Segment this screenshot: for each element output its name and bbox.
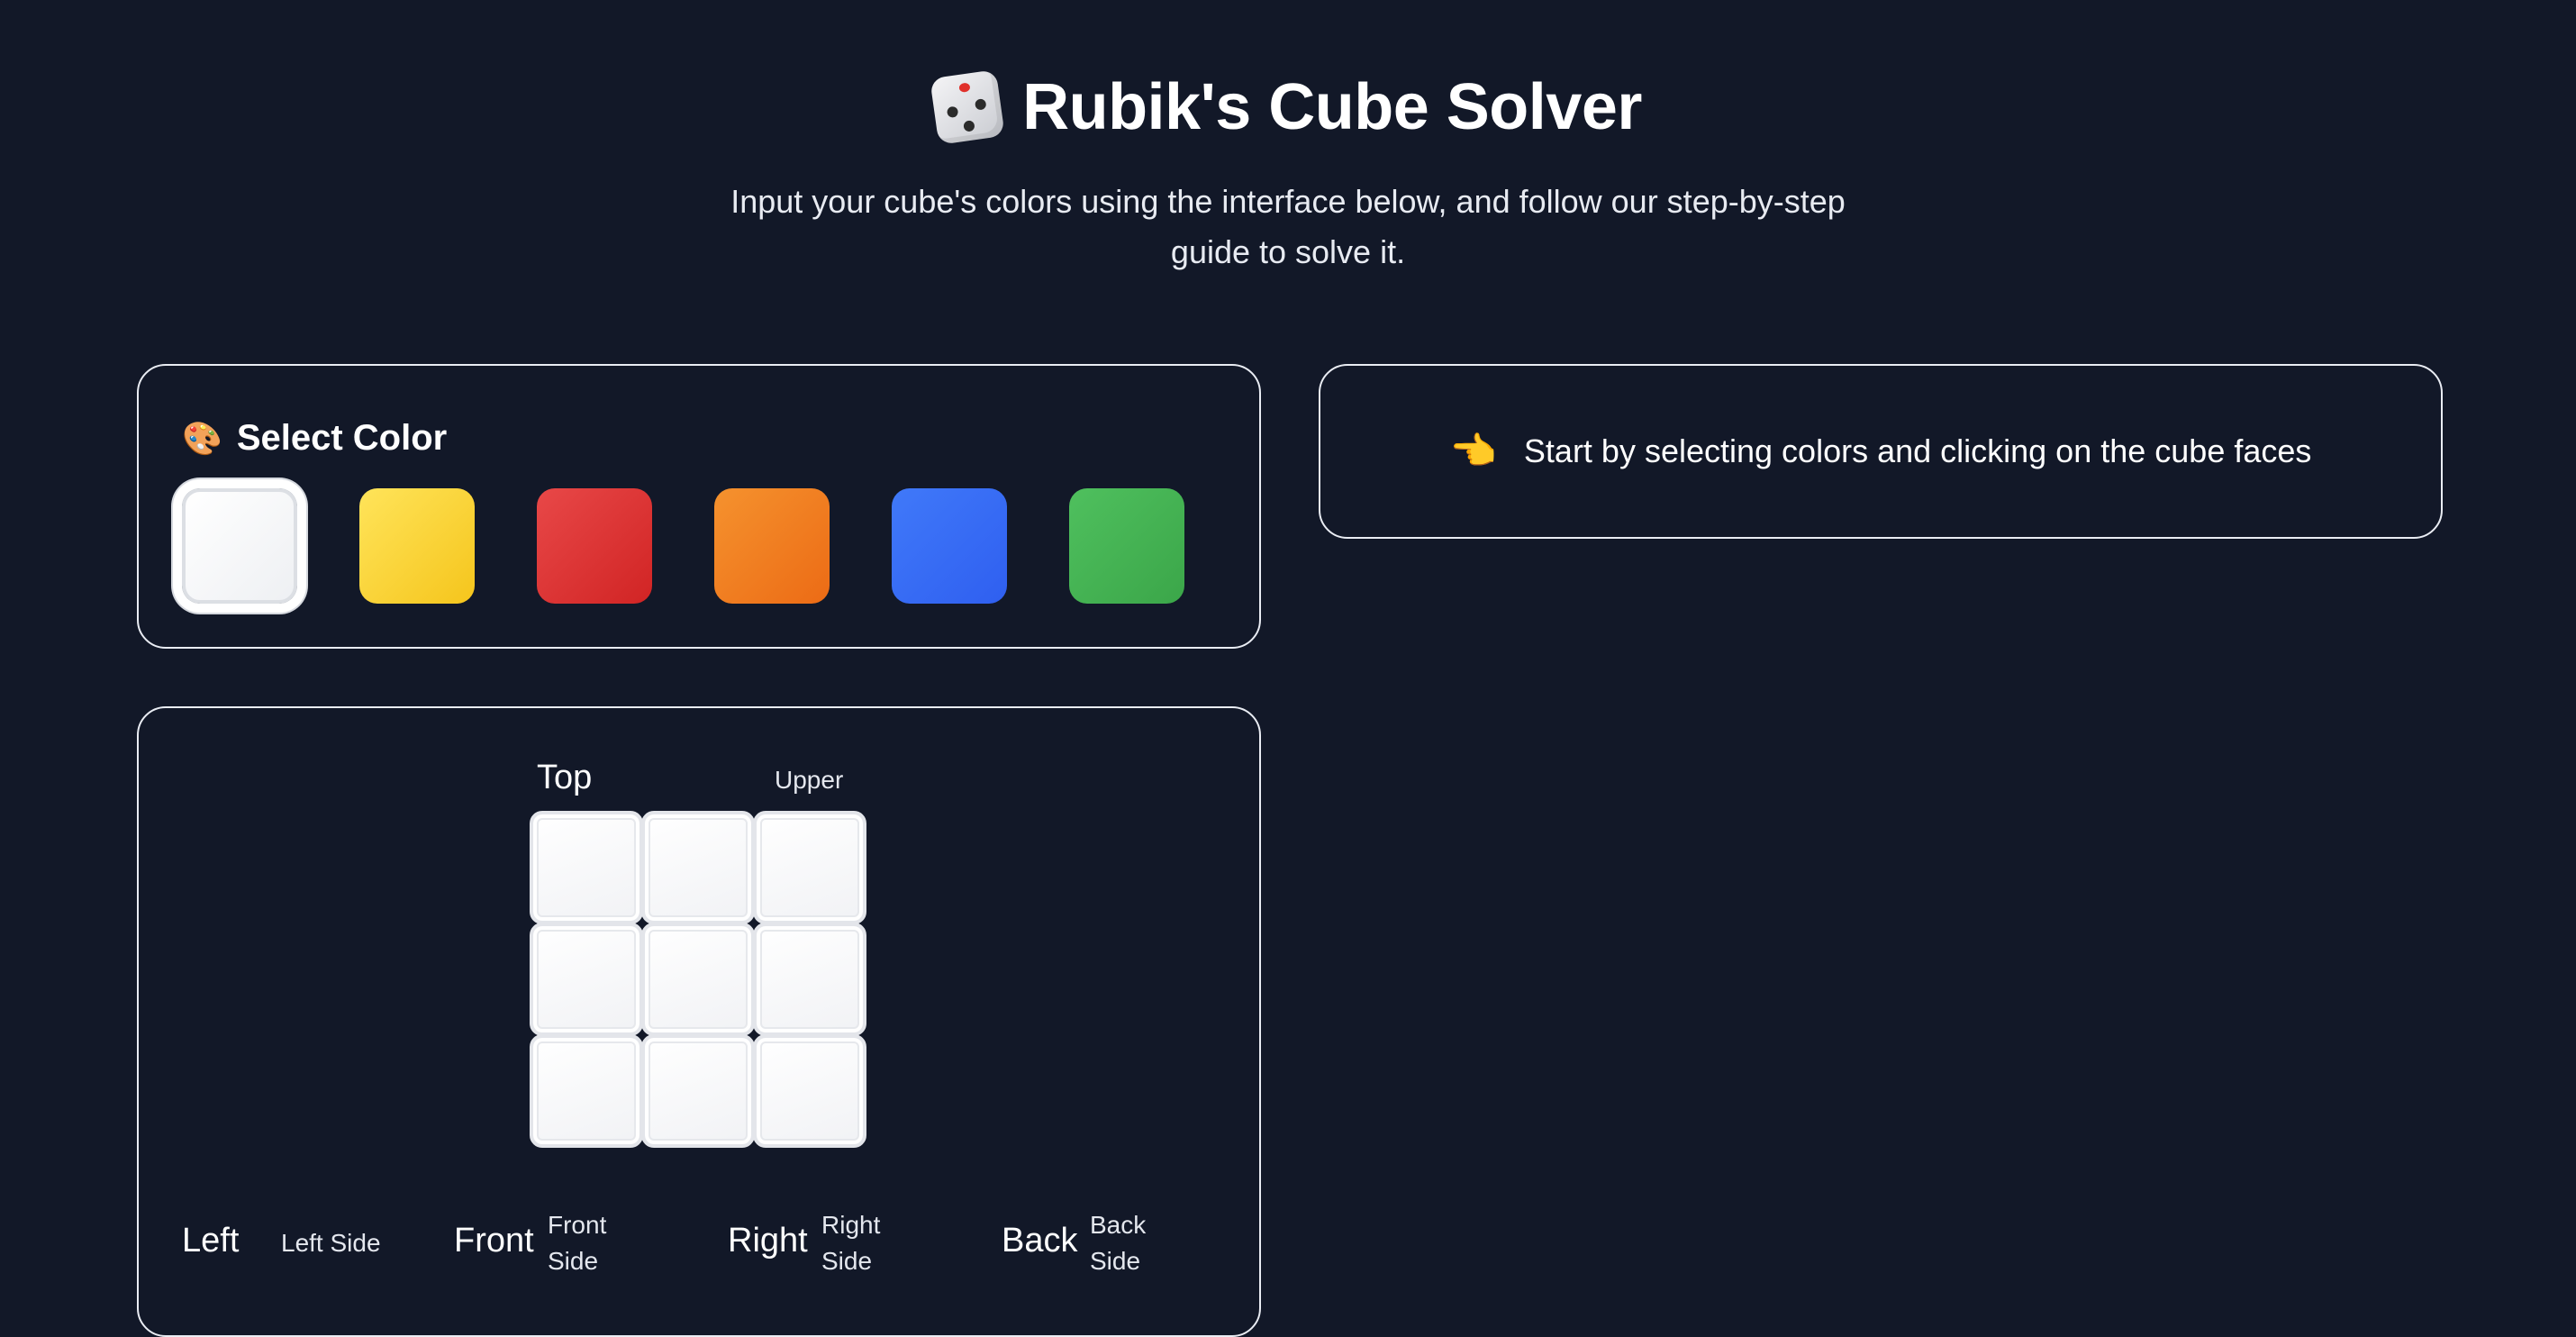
right-face-sublabel-2: Side <box>821 1247 873 1275</box>
right-face-sublabel-1: Right <box>821 1211 881 1239</box>
top-sticker-1[interactable] <box>530 811 643 924</box>
top-sticker-9[interactable] <box>753 1034 866 1148</box>
color-swatch-green[interactable] <box>1069 488 1184 604</box>
color-swatch-blue[interactable] <box>892 488 1007 604</box>
top-face-label: Top <box>537 759 593 796</box>
cube-net-panel: Top Upper Left Left Side Front Front Sid… <box>137 706 1261 1337</box>
top-sticker-2[interactable] <box>641 811 755 924</box>
front-face-label: Front <box>454 1222 534 1260</box>
top-sticker-6[interactable] <box>753 923 866 1036</box>
top-sticker-7[interactable] <box>530 1034 643 1148</box>
top-sticker-3[interactable] <box>753 811 866 924</box>
top-face-sublabel: Upper <box>775 766 844 794</box>
front-face-sublabel-2: Side <box>548 1247 599 1275</box>
top-sticker-4[interactable] <box>530 923 643 1036</box>
top-sticker-8[interactable] <box>641 1034 755 1148</box>
page-subtitle: Input your cube's colors using the inter… <box>730 183 1846 270</box>
page-title: Rubik's Cube Solver <box>0 69 2576 145</box>
top-sticker-5[interactable] <box>641 923 755 1036</box>
title-text: Rubik's Cube Solver <box>1022 71 1642 143</box>
left-face-sublabel: Left Side <box>281 1229 381 1257</box>
color-swatch-white[interactable] <box>182 488 297 604</box>
left-face-label: Left <box>182 1222 240 1260</box>
back-face-sublabel-2: Side <box>1090 1247 1141 1275</box>
color-panel-heading: 🎨 Select Color <box>182 418 447 459</box>
front-face-sublabel-1: Front <box>548 1211 607 1239</box>
color-panel-title: Select Color <box>236 418 448 458</box>
back-face-label: Back <box>1002 1222 1078 1260</box>
color-swatch-yellow[interactable] <box>359 488 475 604</box>
right-face-label: Right <box>728 1222 808 1260</box>
color-swatch-orange[interactable] <box>714 488 830 604</box>
hint-panel: 👈 Start by selecting colors and clicking… <box>1319 364 2443 539</box>
back-face-sublabel-1: Back <box>1090 1211 1147 1239</box>
pointing-hand-icon: 👈 <box>1449 429 1497 472</box>
palette-icon: 🎨 <box>182 419 222 457</box>
hint-text: Start by selecting colors and clicking o… <box>1523 432 2312 469</box>
color-select-panel: 🎨 Select Color <box>137 364 1261 649</box>
color-swatch-red[interactable] <box>537 488 652 604</box>
dice-icon <box>930 69 1005 145</box>
